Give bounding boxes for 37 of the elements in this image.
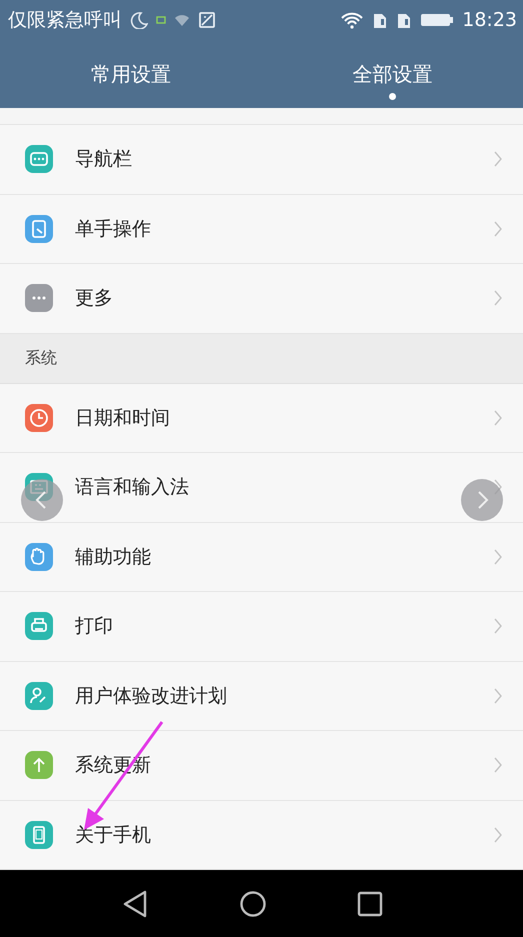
row-label: 辅助功能 <box>75 544 152 570</box>
row-label: 更多 <box>75 286 114 312</box>
sim-card-icon <box>396 11 412 29</box>
image-icon <box>198 11 216 29</box>
chevron-icon <box>493 826 503 844</box>
chevron-icon <box>493 548 503 566</box>
carrier-text: 仅限紧急呼叫 <box>8 8 122 33</box>
chevron-icon <box>493 220 503 238</box>
recents-icon[interactable] <box>356 890 382 916</box>
home-icon[interactable] <box>238 890 266 918</box>
row-label: 打印 <box>75 614 114 640</box>
chevron-icon <box>493 686 503 705</box>
row-label: 用户体验改进计划 <box>75 684 228 709</box>
battery-icon <box>420 12 454 28</box>
wifi-off-icon <box>174 13 190 27</box>
settings-row[interactable]: 辅助功能 <box>0 522 523 592</box>
section-header: 系统 <box>0 334 523 384</box>
previous-button[interactable] <box>20 478 64 522</box>
moon-icon <box>130 11 148 29</box>
sim-card-icon <box>372 11 388 29</box>
settings-row[interactable]: 单手操作 <box>0 194 523 264</box>
tab[interactable]: 全部设置 <box>352 54 432 94</box>
settings-row[interactable]: 用户体验改进计划 <box>0 662 523 731</box>
tab[interactable]: 常用设置 <box>90 54 171 94</box>
sim-icon <box>156 15 166 25</box>
chevron-icon <box>493 289 503 308</box>
chevron-icon <box>493 408 503 427</box>
chevron-icon <box>493 756 503 774</box>
settings-row[interactable]: 日期和时间 <box>0 384 523 453</box>
row-label: 导航栏 <box>75 147 133 172</box>
chevron-icon <box>493 617 503 636</box>
row-label: 语言和输入法 <box>75 475 190 500</box>
chevron-icon <box>493 150 503 168</box>
wifi-icon <box>340 11 364 29</box>
row-label: 日期和时间 <box>75 406 171 431</box>
row-label: 单手操作 <box>75 216 152 242</box>
clock-text: 18:23 <box>462 9 517 31</box>
